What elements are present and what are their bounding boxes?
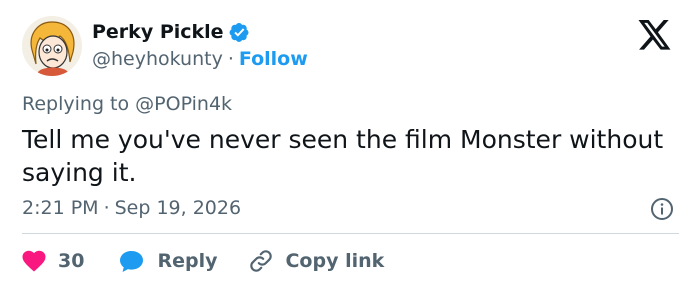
reply-label: Reply [157, 250, 218, 272]
copy-link-button[interactable]: Copy link [248, 248, 384, 274]
copy-link-label: Copy link [285, 250, 385, 272]
heart-icon [22, 250, 46, 272]
tweet-date: Sep 19, 2026 [114, 197, 242, 219]
reply-context: Replying to @POPin4k [22, 93, 232, 115]
like-count: 30 [58, 250, 85, 272]
tweet-timestamp[interactable]: 2:21 PM · Sep 19, 2026 [22, 197, 241, 219]
tweet-time: 2:21 PM [22, 197, 99, 219]
info-icon[interactable] [650, 197, 674, 221]
follow-button[interactable]: Follow [239, 48, 308, 70]
like-button[interactable]: 30 [22, 250, 84, 272]
author-handle-row: @heyhokunty · Follow [92, 48, 308, 70]
avatar[interactable] [22, 16, 82, 76]
speech-bubble-icon [120, 250, 144, 272]
verified-badge-icon [229, 22, 250, 43]
divider [22, 233, 679, 234]
reply-context-prefix: Replying to [22, 93, 130, 115]
x-logo-icon[interactable] [638, 20, 672, 51]
tweet-text: Tell me you've never seen the film Monst… [22, 125, 664, 187]
reply-button[interactable]: Reply [119, 250, 217, 273]
timestamp-separator: · [103, 197, 110, 219]
avatar-image [22, 16, 82, 76]
handle-separator: · [227, 48, 234, 70]
reply-mention-link[interactable]: @POPin4k [135, 93, 232, 115]
author-handle[interactable]: @heyhokunty [92, 48, 223, 70]
link-icon [250, 250, 273, 272]
author-display-name[interactable]: Perky Pickle [92, 21, 224, 43]
tweet-actions: 30 Reply Copy link [22, 248, 384, 274]
author-name-row: Perky Pickle [92, 21, 250, 43]
